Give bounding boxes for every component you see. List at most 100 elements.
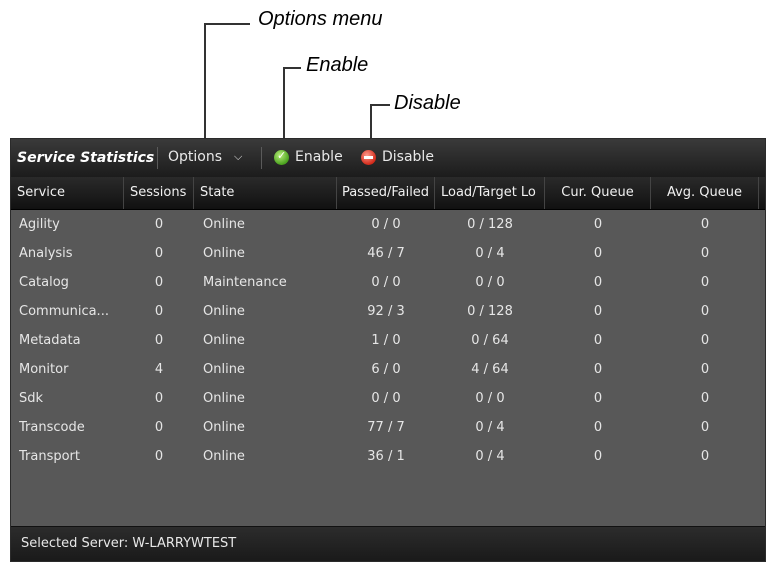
toolbar-separator xyxy=(157,147,158,169)
cell-load-target: 4 / 64 xyxy=(471,362,509,377)
cell-state: Online xyxy=(203,217,245,232)
cell-sessions: 0 xyxy=(154,304,164,319)
cell-sessions: 0 xyxy=(154,333,164,348)
cell-load-target: 0 / 128 xyxy=(467,217,513,232)
cell-sessions: 0 xyxy=(154,275,164,290)
options-menu-button[interactable]: Options ⌵ xyxy=(168,149,242,165)
cell-service: Transcode xyxy=(19,420,85,435)
panel-title: Service Statistics xyxy=(17,150,155,166)
cell-avg-queue: 0 xyxy=(700,246,710,261)
cell-service: Monitor xyxy=(19,362,69,377)
column-header-service[interactable]: Service xyxy=(11,177,124,209)
cell-sessions: 0 xyxy=(154,420,164,435)
cell-passed-failed: 46 / 7 xyxy=(367,246,405,261)
cell-cur-queue: 0 xyxy=(593,362,603,377)
disable-label: Disable xyxy=(382,149,434,165)
minus-circle-icon xyxy=(361,149,376,165)
table-row[interactable]: Transport 0 Online 36 / 1 0 / 4 0 0 xyxy=(11,442,765,471)
cell-avg-queue: 0 xyxy=(700,391,710,406)
cell-avg-queue: 0 xyxy=(700,304,710,319)
cell-cur-queue: 0 xyxy=(593,275,603,290)
cell-state: Maintenance xyxy=(203,275,287,290)
enable-label: Enable xyxy=(295,149,343,165)
options-callout-line-v xyxy=(204,23,206,151)
check-circle-icon xyxy=(274,149,289,165)
selected-server-text: Selected Server: W-LARRYWTEST xyxy=(21,536,237,551)
cell-load-target: 0 / 4 xyxy=(475,449,505,464)
enable-callout-line-h xyxy=(283,67,301,69)
cell-sessions: 0 xyxy=(154,246,164,261)
column-header-state[interactable]: State xyxy=(194,177,337,209)
cell-passed-failed: 0 / 0 xyxy=(371,275,401,290)
options-label: Options xyxy=(168,149,223,165)
cell-sessions: 0 xyxy=(154,391,164,406)
table-row[interactable]: Metadata 0 Online 1 / 0 0 / 64 0 0 xyxy=(11,326,765,355)
table-row[interactable]: Monitor 4 Online 6 / 0 4 / 64 0 0 xyxy=(11,355,765,384)
cell-service: Transport xyxy=(19,449,81,464)
enable-callout: Enable xyxy=(306,54,369,76)
table-row[interactable]: Transcode 0 Online 77 / 7 0 / 4 0 0 xyxy=(11,413,765,442)
cell-service: Sdk xyxy=(19,391,44,406)
cell-service: Catalog xyxy=(19,275,69,290)
cell-passed-failed: 0 / 0 xyxy=(371,217,401,232)
cell-avg-queue: 0 xyxy=(700,217,710,232)
cell-load-target: 0 / 0 xyxy=(475,275,505,290)
cell-avg-queue: 0 xyxy=(700,275,710,290)
cell-state: Online xyxy=(203,391,245,406)
cell-passed-failed: 92 / 3 xyxy=(367,304,405,319)
cell-avg-queue: 0 xyxy=(700,449,710,464)
cell-avg-queue: 0 xyxy=(700,362,710,377)
disable-button[interactable]: Disable xyxy=(361,149,434,165)
chevron-down-icon: ⌵ xyxy=(234,150,243,163)
cell-service: Communica... xyxy=(19,304,109,319)
cell-state: Online xyxy=(203,246,245,261)
cell-cur-queue: 0 xyxy=(593,420,603,435)
cell-sessions: 0 xyxy=(154,217,164,232)
cell-avg-queue: 0 xyxy=(700,420,710,435)
cell-sessions: 0 xyxy=(154,449,164,464)
column-header-cur-queue[interactable]: Cur. Queue xyxy=(545,177,651,209)
table-row[interactable]: Communica... 0 Online 92 / 3 0 / 128 0 0 xyxy=(11,297,765,326)
table-header: Service Sessions State Passed/Failed Loa… xyxy=(11,177,765,210)
toolbar-separator xyxy=(261,147,262,169)
table-row[interactable]: Analysis 0 Online 46 / 7 0 / 4 0 0 xyxy=(11,239,765,268)
cell-passed-failed: 1 / 0 xyxy=(371,333,401,348)
table-row[interactable]: Sdk 0 Online 0 / 0 0 / 0 0 0 xyxy=(11,384,765,413)
column-header-avg-queue[interactable]: Avg. Queue xyxy=(651,177,759,209)
cell-load-target: 0 / 64 xyxy=(471,333,509,348)
cell-state: Online xyxy=(203,449,245,464)
cell-load-target: 0 / 4 xyxy=(475,246,505,261)
cell-load-target: 0 / 128 xyxy=(467,304,513,319)
column-header-passed-failed[interactable]: Passed/Failed xyxy=(337,177,435,209)
disable-callout: Disable xyxy=(394,92,461,114)
cell-load-target: 0 / 0 xyxy=(475,391,505,406)
cell-sessions: 4 xyxy=(154,362,164,377)
cell-state: Online xyxy=(203,420,245,435)
cell-cur-queue: 0 xyxy=(593,246,603,261)
cell-cur-queue: 0 xyxy=(593,304,603,319)
cell-cur-queue: 0 xyxy=(593,391,603,406)
status-bar: Selected Server: W-LARRYWTEST xyxy=(11,526,765,561)
cell-cur-queue: 0 xyxy=(593,449,603,464)
table-row[interactable]: Agility 0 Online 0 / 0 0 / 128 0 0 xyxy=(11,210,765,239)
options-callout-line-h xyxy=(204,23,250,25)
column-header-load-target[interactable]: Load/Target Lo xyxy=(435,177,545,209)
cell-load-target: 0 / 4 xyxy=(475,420,505,435)
cell-cur-queue: 0 xyxy=(593,333,603,348)
cell-passed-failed: 77 / 7 xyxy=(367,420,405,435)
cell-service: Agility xyxy=(19,217,60,232)
table-row[interactable]: Catalog 0 Maintenance 0 / 0 0 / 0 0 0 xyxy=(11,268,765,297)
cell-passed-failed: 36 / 1 xyxy=(367,449,405,464)
cell-state: Online xyxy=(203,362,245,377)
cell-cur-queue: 0 xyxy=(593,217,603,232)
enable-button[interactable]: Enable xyxy=(274,149,343,165)
cell-passed-failed: 6 / 0 xyxy=(371,362,401,377)
column-header-sessions[interactable]: Sessions xyxy=(124,177,194,209)
service-statistics-panel: Service Statistics Options ⌵ Enable Disa… xyxy=(10,138,766,562)
cell-state: Online xyxy=(203,333,245,348)
cell-state: Online xyxy=(203,304,245,319)
options-menu-callout: Options menu xyxy=(258,8,383,30)
toolbar: Service Statistics Options ⌵ Enable Disa… xyxy=(11,139,765,178)
cell-avg-queue: 0 xyxy=(700,333,710,348)
cell-service: Analysis xyxy=(19,246,73,261)
